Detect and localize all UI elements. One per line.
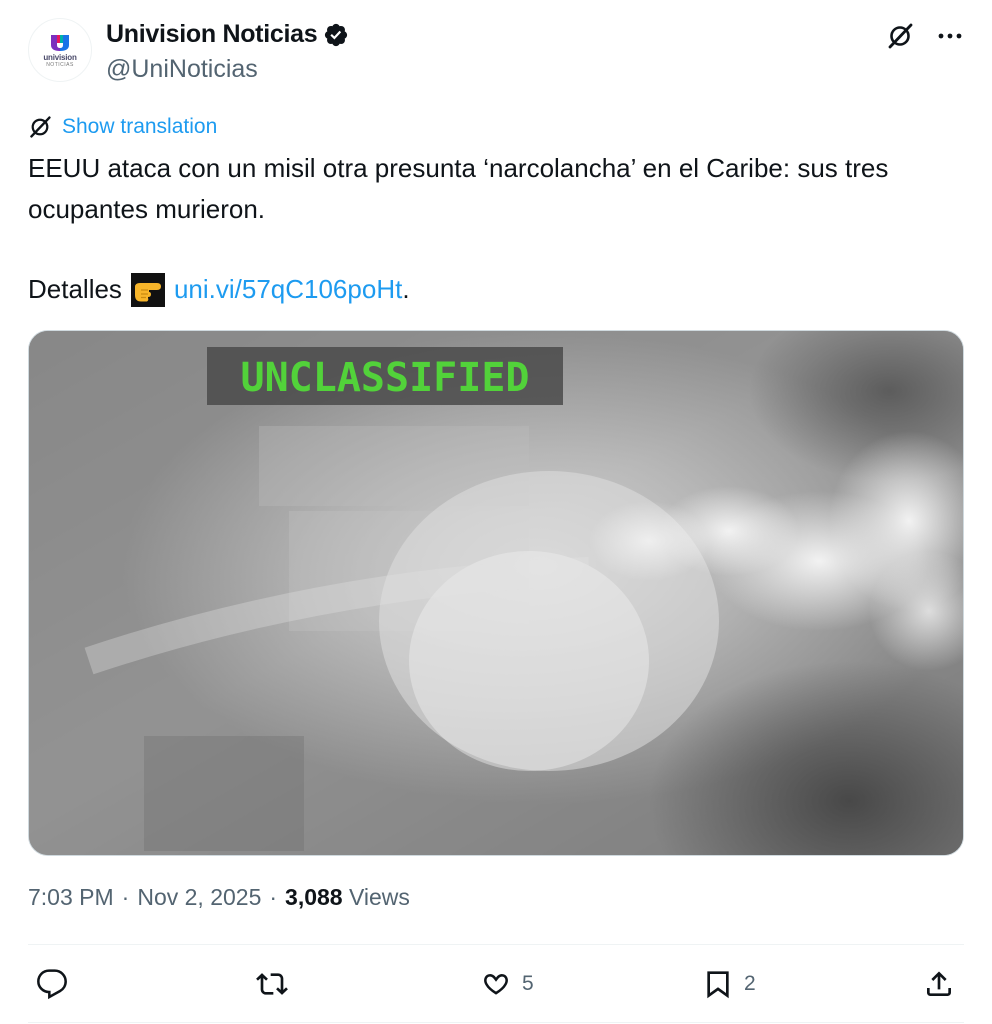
- pointing-right-emoji-icon: [130, 272, 165, 307]
- meta-separator: ·: [269, 884, 278, 910]
- views-label: Views: [348, 884, 410, 910]
- univision-logo-icon: [51, 34, 69, 51]
- bookmark-count: 2: [744, 972, 756, 995]
- show-translation[interactable]: Show translation: [28, 115, 217, 139]
- more-icon[interactable]: [936, 22, 964, 50]
- avatar-logo-subtext: NOTICIAS: [46, 61, 74, 68]
- details-link-suffix: .: [402, 274, 410, 304]
- tweet-text: EEUU ataca con un misil otra presunta ‘n…: [28, 148, 958, 230]
- video-frame: UNCLASSIFIED: [29, 331, 963, 855]
- avatar-logo-text: univision: [43, 52, 77, 62]
- tweet-details-line: Detalles uni.vi/57qC106poHt .: [28, 269, 410, 310]
- avatar[interactable]: univision NOTICIAS: [28, 18, 92, 82]
- reply-button[interactable]: [36, 968, 78, 1000]
- author-name-row: Univision Noticias: [106, 20, 349, 49]
- author-display-name[interactable]: Univision Noticias: [106, 20, 318, 49]
- retweet-button[interactable]: [256, 968, 298, 1000]
- reply-icon: [37, 969, 67, 1000]
- tweet-meta: 7:03 PM · Nov 2, 2025 · 3,088 Views: [28, 884, 410, 911]
- details-label: Detalles: [28, 274, 122, 304]
- grok-translate-icon: [30, 116, 51, 138]
- heart-icon: [484, 974, 508, 995]
- like-count: 5: [522, 972, 534, 995]
- share-icon: [927, 971, 951, 996]
- details-link[interactable]: uni.vi/57qC106poHt: [174, 269, 402, 310]
- unclassified-overlay: UNCLASSIFIED: [241, 355, 530, 401]
- tweet-date[interactable]: Nov 2, 2025: [137, 884, 261, 911]
- tweet-headline: EEUU ataca con un misil otra presunta ‘n…: [28, 153, 889, 224]
- header-actions: [886, 22, 964, 50]
- views-count: 3,088: [285, 884, 343, 910]
- share-button[interactable]: [923, 968, 955, 1000]
- tweet-media-video[interactable]: UNCLASSIFIED: [28, 330, 964, 856]
- action-bar: 5 2: [28, 960, 964, 1010]
- divider: [28, 944, 964, 945]
- tweet-time[interactable]: 7:03 PM: [28, 884, 114, 911]
- verified-badge-icon[interactable]: [323, 22, 349, 48]
- retweet-icon: [256, 973, 288, 995]
- grok-icon[interactable]: [886, 22, 914, 50]
- bookmark-button[interactable]: 2: [702, 968, 756, 1000]
- divider: [28, 1022, 964, 1023]
- bookmark-icon: [707, 971, 729, 999]
- show-translation-link[interactable]: Show translation: [62, 115, 217, 139]
- author-handle[interactable]: @UniNoticias: [106, 55, 258, 84]
- like-button[interactable]: 5: [480, 968, 534, 1000]
- meta-separator: ·: [121, 884, 130, 910]
